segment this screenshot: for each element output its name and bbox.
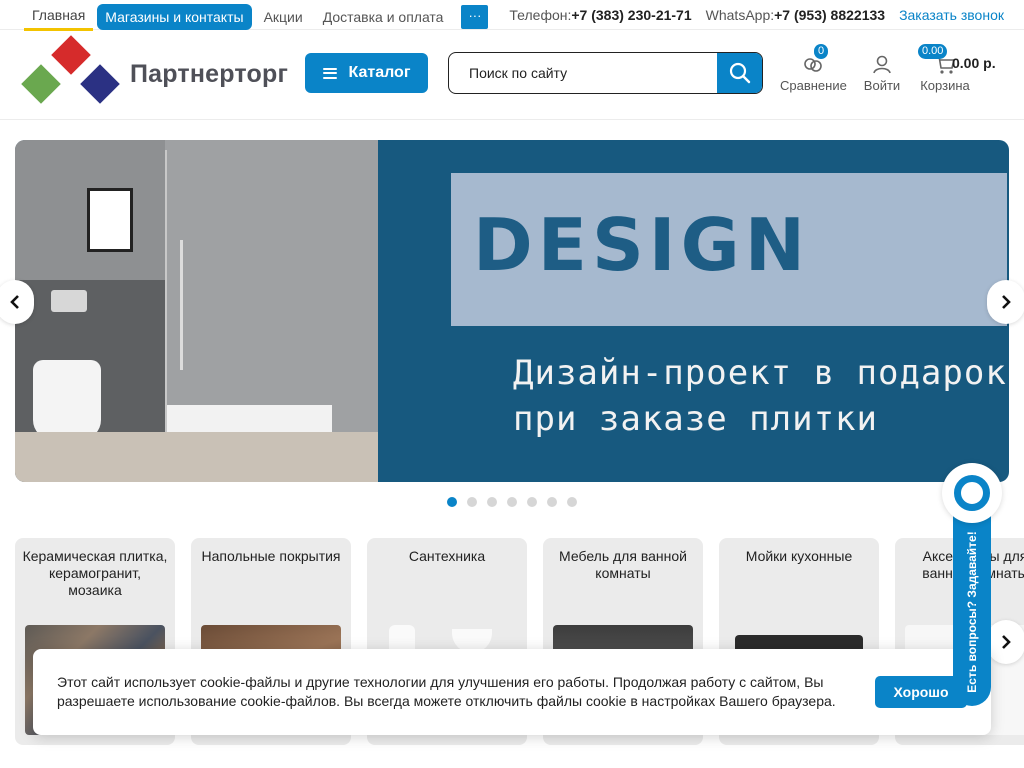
search-input[interactable] [449,53,719,93]
category-title: Мебель для ванной комнаты [559,548,687,581]
nav-home[interactable]: Главная [24,2,94,31]
nav-more-button[interactable]: ··· [461,4,489,29]
design-logo-box: DESIGN [451,173,1007,326]
whatsapp-block[interactable]: WhatsApp:+7 (953) 8822133 [706,7,885,23]
chat-widget-tab[interactable]: Есть вопросы? Задавайте! [953,500,991,706]
nav-stores-contacts[interactable]: Магазины и контакты [97,3,252,30]
cart-count-badge: 0.00 [918,44,948,59]
chat-widget-label: Есть вопросы? Задавайте! [965,531,979,693]
logo-green-diamond [21,64,61,104]
banner-dot[interactable] [547,497,557,507]
promo-line-1: Дизайн-проект в подарок [513,353,1007,393]
phone-block[interactable]: Телефон:+7 (383) 230-21-71 [509,7,691,23]
header: Партнерторг Каталог 0 Сравнение Войти 0.… [0,30,1024,120]
banner-dot[interactable] [447,497,457,507]
phone-number[interactable]: +7 (383) 230-21-71 [571,7,691,23]
promo-line-2: при заказе плитки [513,399,878,439]
search-button[interactable] [717,53,762,93]
banner-dot[interactable] [487,497,497,507]
banner-dot[interactable] [507,497,517,507]
nav-delivery-payment[interactable]: Доставка и оплата [315,4,452,30]
top-bar: Главная Магазины и контакты Акции Достав… [0,0,1024,31]
top-contacts: Телефон:+7 (383) 230-21-71 WhatsApp:+7 (… [509,7,1004,23]
site-logo[interactable] [21,35,120,110]
search-bar [448,52,763,94]
banner-pagination [447,497,577,507]
banner-prev-button[interactable] [0,280,34,324]
logo-red-diamond [51,35,91,75]
cart-sum: 0.00 р. [952,55,996,71]
user-icon [873,55,891,74]
cookie-notice: Этот сайт использует cookie-файлы и друг… [33,649,991,735]
category-title: Сантехника [408,548,486,564]
top-nav: Главная Магазины и контакты Акции Достав… [24,2,489,31]
chevron-right-icon [1002,635,1011,649]
banner-dot[interactable] [467,497,477,507]
category-title: Напольные покрытия [201,548,341,564]
callback-link[interactable]: Заказать звонок [899,7,1004,23]
promo-banner[interactable]: DESIGN Дизайн-проект в подарок при заказ… [15,140,1009,482]
banner-dot[interactable] [527,497,537,507]
compare-link[interactable]: 0 Сравнение [780,44,847,93]
phone-label: Телефон: [509,7,572,23]
compare-label: Сравнение [780,78,847,93]
search-icon [729,62,750,84]
logo-navy-diamond [80,64,120,104]
brand-name[interactable]: Партнерторг [130,60,288,89]
menu-icon [322,67,337,79]
whatsapp-label: WhatsApp: [705,7,775,23]
chat-widget-button[interactable] [942,463,1002,523]
catalog-button[interactable]: Каталог [305,53,428,93]
catalog-label: Каталог [348,64,411,81]
category-title: Керамическая плитка, керамогранит, мозаи… [22,548,168,598]
login-label: Войти [863,78,901,93]
cookie-text: Этот сайт использует cookie-файлы и друг… [57,674,836,709]
category-title: Мойки кухонные [745,548,853,564]
design-logo-text: DESIGN [473,203,810,287]
login-link[interactable]: Войти [862,50,902,93]
cart-label: Корзина [920,78,970,93]
chat-icon [954,475,990,511]
promo-text: Дизайн-проект в подарок при заказе плитк… [513,350,1007,442]
whatsapp-number[interactable]: +7 (953) 8822133 [774,7,885,23]
banner-dot[interactable] [567,497,577,507]
banner-next-button[interactable] [987,280,1024,324]
compare-count-badge: 0 [814,44,829,59]
bathroom-photo [15,140,378,482]
chevron-right-icon [1002,295,1011,309]
chevron-left-icon [10,295,19,309]
categories-next-button[interactable] [987,620,1024,664]
nav-promotions[interactable]: Акции [256,4,311,30]
